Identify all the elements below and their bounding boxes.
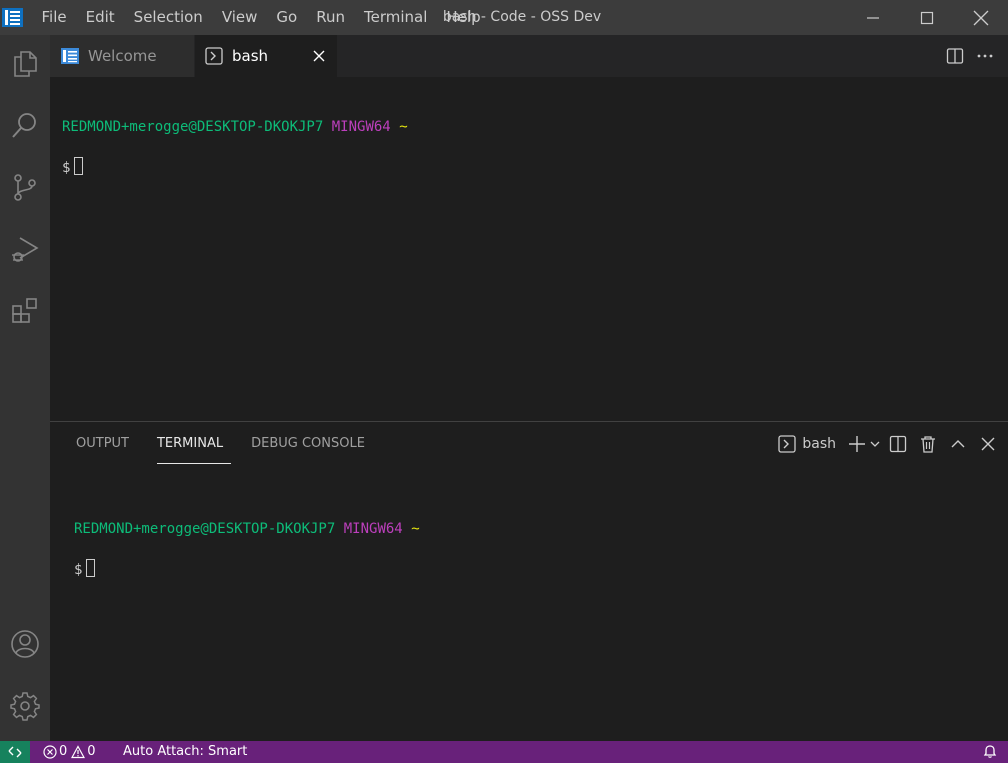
close-icon: [313, 50, 325, 62]
remote-button[interactable]: [0, 741, 30, 763]
tab-terminal[interactable]: TERMINAL: [147, 422, 233, 466]
menu-edit[interactable]: Edit: [76, 0, 124, 35]
prompt-path: ~: [399, 119, 408, 135]
terminal-cursor: [74, 157, 84, 175]
panel-actions: bash: [778, 430, 1002, 458]
menu-go[interactable]: Go: [267, 0, 307, 35]
split-editor-button[interactable]: [940, 41, 970, 71]
bell-icon: [983, 745, 997, 758]
tab-bash-label: bash: [232, 47, 269, 65]
prompt-symbol: $: [74, 562, 83, 578]
panel-tabs: OUTPUT TERMINAL DEBUG CONSOLE: [66, 422, 383, 466]
menu-file[interactable]: File: [32, 0, 76, 35]
split-editor-icon: [946, 48, 964, 64]
menu-terminal[interactable]: Terminal: [355, 0, 437, 35]
editor-area: Welcome bash REDMOND+merogge@DESKTOP-DKO…: [50, 35, 1008, 421]
menu-help[interactable]: Help: [437, 0, 490, 35]
files-icon: [14, 51, 37, 77]
tab-welcome-label: Welcome: [88, 47, 157, 65]
extensions-icon: [12, 298, 37, 323]
explorer-button[interactable]: [0, 39, 50, 87]
prompt-env: MINGW64: [331, 119, 391, 135]
tab-debug-console[interactable]: DEBUG CONSOLE: [241, 422, 375, 466]
editor-actions: [940, 35, 1000, 77]
minimize-icon: [867, 16, 879, 19]
maximize-panel-button[interactable]: [944, 430, 972, 458]
close-icon: [981, 437, 995, 451]
menu-view[interactable]: View: [212, 0, 267, 35]
welcome-icon: [61, 46, 81, 66]
chevron-up-icon: [951, 440, 965, 448]
split-terminal-button[interactable]: [884, 430, 912, 458]
input-line: $: [74, 559, 420, 580]
source-control-button[interactable]: [0, 163, 50, 211]
close-icon: [973, 10, 989, 25]
chevron-down-icon: [870, 441, 880, 447]
terminal-icon: [205, 46, 225, 66]
menu-run[interactable]: Run: [307, 0, 355, 35]
accounts-button[interactable]: [0, 620, 50, 668]
prompt-path: ~: [411, 521, 420, 537]
terminal-selector[interactable]: bash: [778, 435, 836, 453]
menu-selection[interactable]: Selection: [124, 0, 212, 35]
bottom-panel: OUTPUT TERMINAL DEBUG CONSOLE bash REDMO…: [50, 421, 1008, 741]
trash-icon: [921, 436, 935, 453]
status-bar: 0 0 Auto Attach: Smart: [0, 741, 1008, 763]
account-icon: [11, 630, 39, 658]
menu-bar: File Edit Selection View Go Run Terminal…: [32, 0, 490, 35]
search-icon: [12, 113, 36, 138]
ellipsis-icon: [977, 54, 993, 58]
prompt-line: REDMOND+merogge@DESKTOP-DKOKJP7 MINGW64 …: [62, 117, 408, 137]
close-panel-button[interactable]: [974, 430, 1002, 458]
maximize-icon: [920, 11, 934, 24]
run-debug-icon: [12, 237, 39, 262]
prompt-env: MINGW64: [343, 521, 403, 537]
split-terminal-icon: [889, 435, 907, 453]
more-actions-button[interactable]: [970, 41, 1000, 71]
minimize-button[interactable]: [846, 0, 900, 35]
window-controls: [846, 0, 1008, 35]
activity-bar: [0, 35, 50, 741]
source-control-icon: [14, 174, 36, 201]
terminal-profile-dropdown[interactable]: [868, 430, 882, 458]
editor-tab-bar: Welcome bash: [50, 35, 1008, 77]
terminal-name: bash: [802, 436, 836, 452]
maximize-button[interactable]: [900, 0, 954, 35]
prompt-symbol: $: [62, 160, 71, 176]
prompt-user-host: REDMOND+merogge@DESKTOP-DKOKJP7: [74, 521, 336, 537]
plus-icon: [849, 436, 865, 452]
terminal-icon: [778, 435, 797, 453]
tab-close-button[interactable]: [310, 47, 328, 65]
search-button[interactable]: [0, 101, 50, 149]
prompt-user-host: REDMOND+merogge@DESKTOP-DKOKJP7: [62, 119, 324, 135]
gear-icon: [10, 692, 40, 721]
tab-bash[interactable]: bash: [195, 35, 337, 77]
title-bar: File Edit Selection View Go Run Terminal…: [0, 0, 1008, 35]
kill-terminal-button[interactable]: [914, 430, 942, 458]
prompt-line: REDMOND+merogge@DESKTOP-DKOKJP7 MINGW64 …: [74, 519, 420, 539]
manage-button[interactable]: [0, 682, 50, 730]
extensions-button[interactable]: [0, 287, 50, 335]
tab-welcome[interactable]: Welcome: [50, 35, 194, 77]
editor-terminal[interactable]: REDMOND+merogge@DESKTOP-DKOKJP7 MINGW64 …: [62, 97, 408, 218]
close-window-button[interactable]: [954, 0, 1008, 35]
panel-terminal[interactable]: REDMOND+merogge@DESKTOP-DKOKJP7 MINGW64 …: [74, 499, 420, 620]
run-debug-button[interactable]: [0, 225, 50, 273]
remote-icon: [8, 746, 22, 758]
warning-icon: [71, 745, 86, 759]
tab-output[interactable]: OUTPUT: [66, 422, 139, 466]
terminal-cursor: [86, 559, 96, 577]
app-logo-icon: [2, 7, 23, 28]
notifications-button[interactable]: [982, 743, 998, 763]
input-line: $: [62, 157, 408, 178]
new-terminal-button[interactable]: [846, 430, 868, 458]
error-icon: [43, 745, 57, 759]
